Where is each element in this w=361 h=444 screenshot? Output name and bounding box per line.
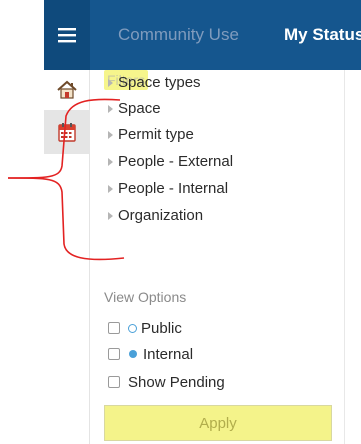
filter-permit-type[interactable]: Permit type <box>108 126 194 143</box>
public-legend-icon <box>128 323 137 333</box>
filter-space[interactable]: Space <box>108 100 161 117</box>
sidebar-item-calendar[interactable] <box>44 110 90 154</box>
view-options-heading: View Options <box>104 289 187 305</box>
public-checkbox[interactable] <box>108 322 120 334</box>
expand-arrow-icon <box>108 211 113 220</box>
expand-arrow-icon <box>108 78 113 87</box>
option-label: Public <box>141 319 182 337</box>
filter-label: People - External <box>118 153 234 170</box>
calendar-icon <box>58 123 76 142</box>
filter-label: Permit type <box>118 126 194 143</box>
filter-space-types[interactable]: Space types <box>108 74 201 91</box>
apply-button[interactable]: Apply <box>104 405 332 441</box>
show-pending-checkbox[interactable] <box>108 376 120 388</box>
filter-organization[interactable]: Organization <box>108 207 203 224</box>
filter-label: Space types <box>118 74 201 91</box>
hamburger-menu-icon <box>58 28 76 43</box>
expand-arrow-icon <box>108 184 113 193</box>
home-icon <box>57 80 77 99</box>
option-internal: Internal <box>108 344 193 364</box>
tab-community-use[interactable]: Community Use <box>118 0 239 70</box>
option-label: Show Pending <box>128 373 225 391</box>
menu-button[interactable] <box>44 0 90 70</box>
option-show-pending: Show Pending <box>108 372 225 392</box>
filter-people-external[interactable]: People - External <box>108 153 233 170</box>
internal-legend-icon <box>129 350 137 358</box>
expand-arrow-icon <box>108 130 113 139</box>
filter-label: Organization <box>118 207 204 224</box>
expand-arrow-icon <box>108 157 113 166</box>
sidebar-item-home[interactable] <box>44 70 90 110</box>
internal-checkbox[interactable] <box>108 348 120 360</box>
expand-arrow-icon <box>108 104 113 113</box>
filter-label: People - Internal <box>118 180 229 197</box>
tab-my-status[interactable]: My Status <box>284 0 361 70</box>
filter-label: Space <box>118 100 161 117</box>
option-public: Public <box>108 318 182 338</box>
filter-people-internal[interactable]: People - Internal <box>108 180 228 197</box>
content-divider <box>344 70 345 444</box>
option-label: Internal <box>143 345 194 363</box>
